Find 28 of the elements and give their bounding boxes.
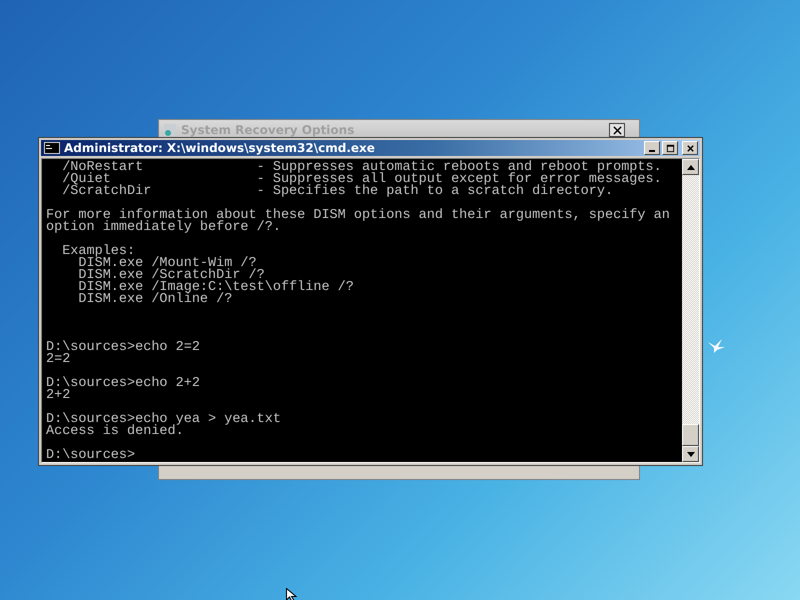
close-icon — [686, 144, 694, 152]
console-line: Examples: — [61, 246, 136, 258]
maximize-icon — [666, 144, 674, 152]
console-line: DISM.exe /Image:C:\test\offline /? — [77, 282, 355, 294]
console-line: DISM.exe /Online /? — [77, 294, 232, 306]
window-title: Administrator: X:\windows\system32\cmd.exe — [64, 141, 376, 155]
scroll-thumb[interactable] — [682, 424, 699, 446]
bird-icon — [706, 338, 726, 354]
console-icon — [44, 142, 60, 154]
up-arrow-icon — [686, 164, 694, 170]
scrollbar[interactable] — [682, 159, 699, 462]
minimize-button[interactable] — [644, 141, 660, 155]
down-arrow-icon — [686, 452, 694, 456]
maximize-button[interactable] — [662, 141, 678, 155]
mouse-pointer-icon — [286, 588, 298, 600]
console-line: /ScratchDir - Specifies the path to a scratch directory. — [61, 186, 614, 198]
minimize-icon — [649, 150, 655, 152]
console-line: D:\sources>echo 2+2 — [46, 378, 201, 390]
close-icon — [612, 126, 622, 134]
scroll-up-button[interactable] — [682, 159, 699, 175]
console-line: D:\sources> — [46, 450, 136, 462]
console-line: option immediately before /?. — [46, 222, 282, 234]
console-line: D:\sources>echo 2=2 — [46, 342, 201, 354]
console-line: Access is denied. — [46, 426, 184, 438]
scroll-down-button[interactable] — [682, 446, 699, 462]
console-line: 2+2 — [46, 390, 72, 402]
console-line: 2=2 — [46, 354, 72, 366]
close-button[interactable] — [609, 123, 625, 137]
